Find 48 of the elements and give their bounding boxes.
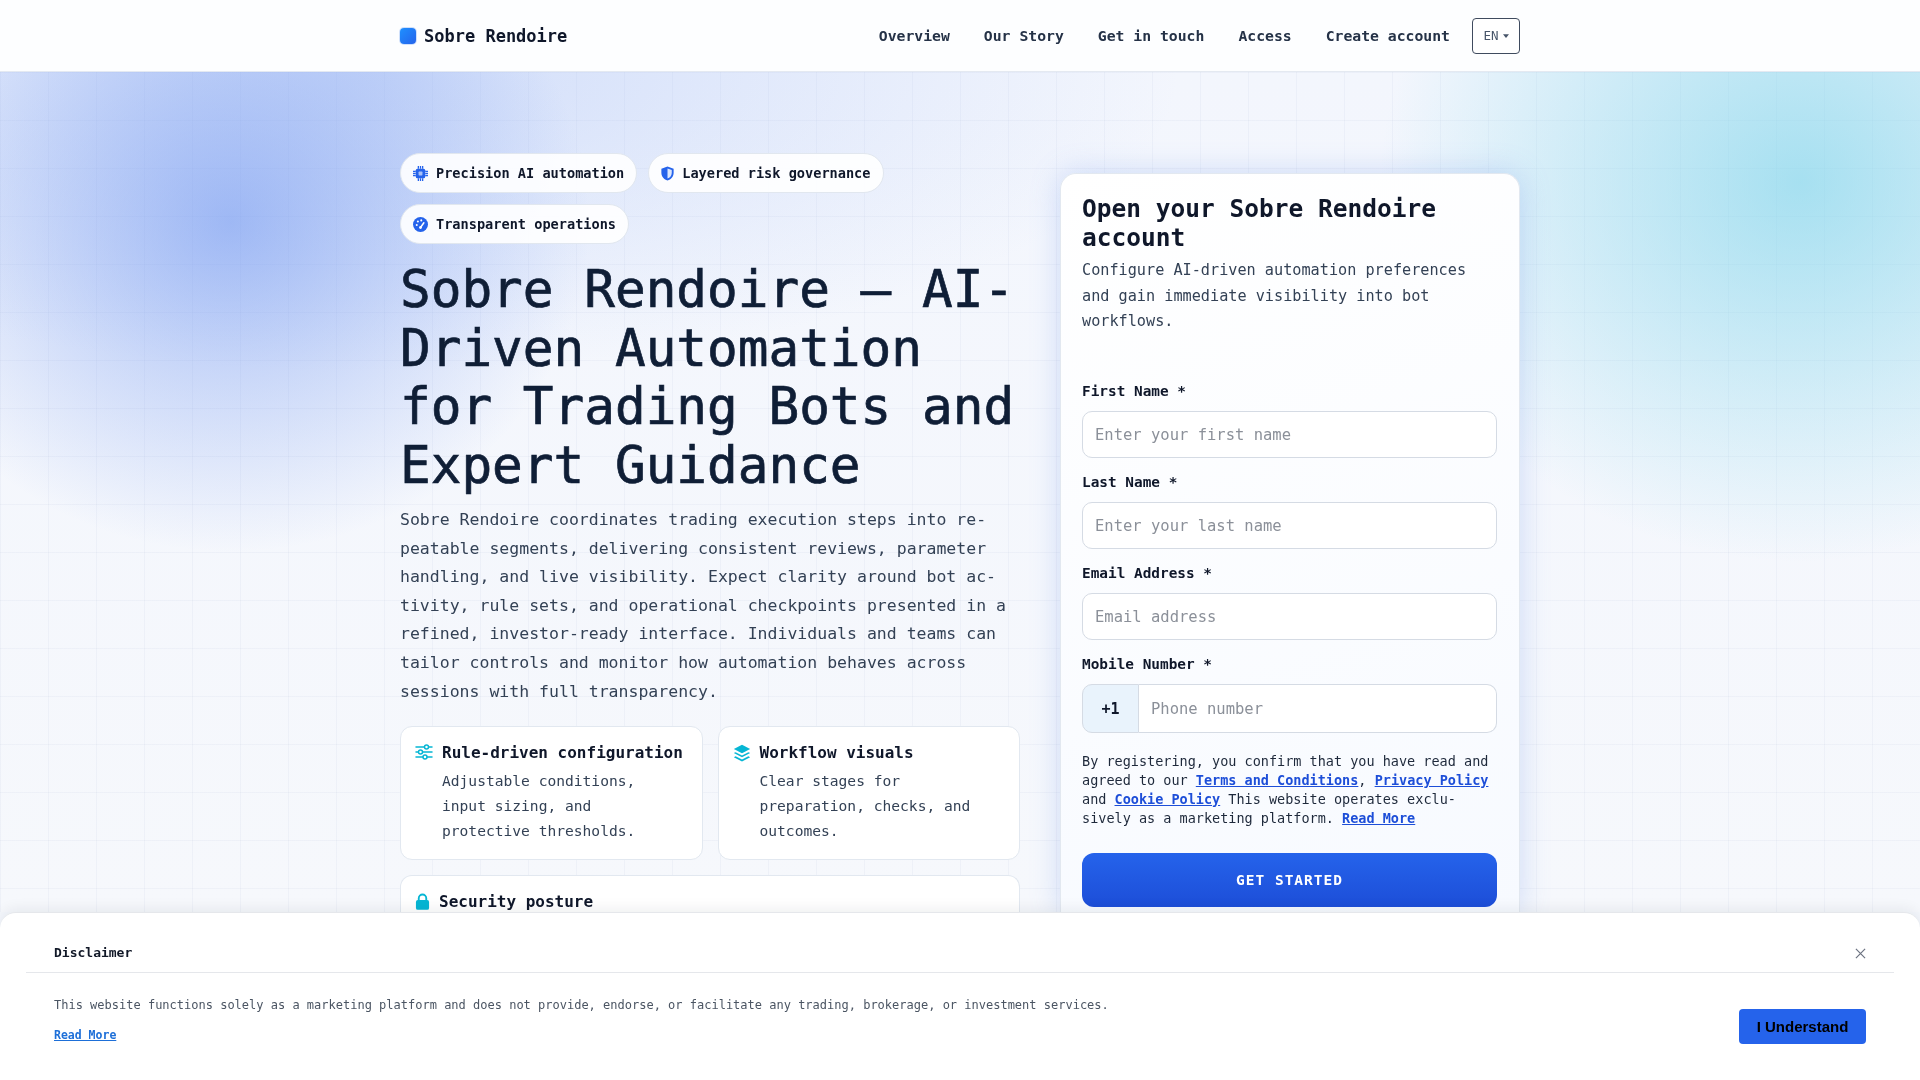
country-code: +1 xyxy=(1082,684,1139,734)
feature-title: Rule-driven configuration xyxy=(442,743,683,764)
layers-icon xyxy=(732,744,751,763)
nav-link[interactable]: Create account xyxy=(1325,27,1450,44)
tag-label: Transparent operations xyxy=(436,216,617,232)
field-label: Last Name * xyxy=(1082,474,1179,492)
feature-description: Clear stages for preparation, checks, and outcomes. xyxy=(759,771,972,842)
nav-link[interactable]: Get in touch xyxy=(1097,27,1205,44)
shield-icon xyxy=(661,165,675,181)
read-more-link[interactable]: Read More xyxy=(1342,810,1416,827)
caret-icon xyxy=(1502,33,1509,38)
form-title: Open your Sobre Rendoire account xyxy=(1082,194,1437,252)
terms-link[interactable]: Terms and Conditions xyxy=(1195,772,1359,789)
nav-link[interactable]: Access xyxy=(1238,27,1292,44)
disclaimer-title: Disclaimer xyxy=(54,944,133,962)
brand-name: Sobre Rendoire xyxy=(424,25,568,46)
intro-paragraph: Sobre Rendoire coordinates trading execution steps into re-peatable segments, delivering consistent reviews, parameter handling, and live visibility. Expect clarity around bot ac-tivity, rule sets, and operational checkpoints presented in a refined, investor-ready interface. Individuals and teams can tailor controls and monitor how automation behaves across sessions with full transparency. xyxy=(400,509,1007,703)
nav-link[interactable]: Our Story xyxy=(983,27,1064,44)
sliders-icon xyxy=(415,744,433,761)
feature-description: Adjustable conditions, input sizing, and protective thresholds. xyxy=(442,771,637,842)
consent-text: By registering, you confirm that you have read and agreed to our Terms and Conditions, Privacy Policy and Cookie Policy This website operates exclu-sively as a marketing platform. Read More xyxy=(1082,752,1490,829)
input-field[interactable]: Enter your first name xyxy=(1082,411,1497,459)
lock-icon xyxy=(415,893,430,911)
feature-title: Workflow visuals xyxy=(759,743,915,764)
tag-label: Precision AI automation xyxy=(436,165,625,181)
close-icon xyxy=(1855,947,1866,959)
close-button[interactable] xyxy=(1855,947,1866,959)
form-description: Configure AI-driven automation preferences and gain immediate visibility into bot workflows. xyxy=(1082,260,1468,333)
disclaimer-text: This website functions solely as a marketing platform and does not provide, endorse, or facilitate any trading, brokerage, or investment services. xyxy=(54,997,1109,1013)
chip-icon xyxy=(413,165,428,181)
privacy-policy-link[interactable]: Privacy Policy xyxy=(1374,772,1489,789)
field-label: Email Address * xyxy=(1082,565,1213,583)
input-field[interactable]: Email address xyxy=(1082,593,1497,641)
field-label: Mobile Number * xyxy=(1082,656,1213,674)
gauge-icon xyxy=(413,216,428,232)
input-field[interactable]: Enter your last name xyxy=(1082,502,1497,550)
language-button[interactable]: EN xyxy=(1472,17,1520,54)
hero-heading: Sobre Rendoire — AI-Driven Automation for Trading Bots and Expert Guidance xyxy=(400,261,1016,495)
nav-link[interactable]: Overview xyxy=(878,27,950,44)
field-label: First Name * xyxy=(1082,383,1187,401)
cookie-policy-link[interactable]: Cookie Policy xyxy=(1114,791,1221,808)
understand-button[interactable]: I Understand xyxy=(1739,1009,1866,1044)
read-more-link[interactable]: Read More xyxy=(54,1028,117,1043)
logo-icon xyxy=(400,27,416,44)
get-started-button[interactable]: GET STARTED xyxy=(1082,853,1497,908)
tag-label: Layered risk governance xyxy=(682,165,871,181)
feature-title: Security posture xyxy=(439,892,594,912)
phone-field[interactable]: Phone number xyxy=(1139,684,1497,734)
